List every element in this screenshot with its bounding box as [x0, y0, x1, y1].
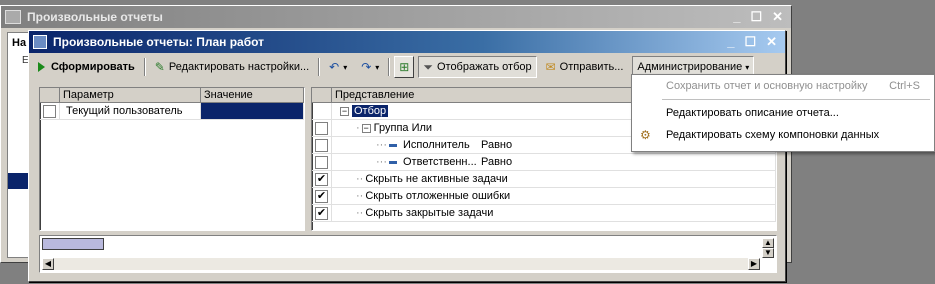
maximize-icon[interactable]: ☐ — [750, 9, 762, 25]
parameter-value[interactable] — [201, 103, 304, 119]
toolbar-separator — [388, 58, 391, 76]
item-checkbox[interactable] — [315, 155, 328, 169]
filter-checkbox[interactable]: ✔ — [315, 206, 328, 220]
tree-filter-row[interactable]: ✔ ·· Скрыть не активные задачи — [312, 171, 776, 188]
show-filter-button[interactable]: ⏷ Отображать отбор — [418, 56, 537, 78]
parameter-column-header[interactable]: Параметр — [60, 88, 201, 102]
scroll-right-icon[interactable]: ▶ — [748, 258, 760, 270]
chevron-down-icon: ▾ — [745, 62, 750, 72]
new-window-button[interactable]: ⊞ — [394, 56, 415, 78]
filter-checkbox[interactable]: ✔ — [315, 189, 328, 203]
redo-dropdown-button[interactable]: ↷ ▾ — [356, 56, 384, 78]
tree-filter-row[interactable]: ✔ ·· Скрыть закрытые задачи — [312, 205, 776, 222]
schema-icon: ⚙ — [640, 128, 651, 142]
menu-separator — [662, 99, 930, 100]
reports-list-selected-row[interactable] — [8, 173, 30, 189]
scroll-up-icon[interactable]: ▲ — [762, 238, 774, 248]
new-window-icon: ⊞ — [399, 60, 410, 74]
minimize-icon[interactable]: _ — [727, 34, 734, 50]
scroll-down-icon[interactable]: ▼ — [762, 248, 774, 258]
edit-settings-button[interactable]: ✎ Редактировать настройки... — [150, 56, 314, 78]
field-icon — [389, 160, 397, 164]
play-icon — [38, 62, 45, 72]
chevron-down-icon: ▾ — [375, 62, 380, 72]
tree-item-label: Ответственн... — [403, 156, 477, 168]
minimize-icon[interactable]: _ — [733, 9, 740, 25]
collapse-icon[interactable]: − — [340, 106, 349, 116]
tree-item-row[interactable]: ··· Ответственн... Равно — [312, 154, 776, 171]
tree-filter-label: Скрыть не активные задачи — [365, 173, 508, 185]
undo-icon: ↶ — [329, 60, 340, 74]
outer-title-bar[interactable]: Произвольные отчеты _ ☐ ✕ — [1, 6, 791, 28]
field-icon — [389, 143, 397, 147]
tree-item-operator: Равно — [481, 139, 513, 151]
send-button[interactable]: ✉ Отправить... — [541, 56, 629, 78]
outer-window-title: Произвольные отчеты — [27, 10, 163, 24]
result-cell[interactable] — [42, 238, 104, 250]
report-result-area[interactable]: ▲ ▼ ◀ ▶ — [39, 235, 777, 273]
tree-item-label: Исполнитель — [403, 139, 470, 151]
parameters-table[interactable]: Параметр Значение Текущий пользователь — [39, 87, 305, 231]
table-row[interactable]: Текущий пользователь — [40, 103, 304, 120]
toolbar-separator — [143, 58, 146, 76]
redo-icon: ↷ — [361, 60, 372, 74]
parameters-header: Параметр Значение — [40, 88, 304, 103]
item-checkbox[interactable] — [315, 138, 328, 152]
close-icon[interactable]: ✕ — [766, 34, 777, 50]
menu-item-edit-schema[interactable]: ⚙ Редактировать схему компоновки данных — [632, 124, 934, 146]
maximize-icon[interactable]: ☐ — [744, 34, 756, 50]
report-window: Произвольные отчеты: План работ _ ☐ ✕ Сф… — [28, 30, 786, 282]
pencil-icon: ✎ — [154, 60, 165, 74]
scroll-left-icon[interactable]: ◀ — [42, 258, 54, 270]
close-icon[interactable]: ✕ — [772, 9, 783, 25]
checkbox-column-header — [312, 88, 332, 102]
report-icon — [33, 35, 47, 49]
tree-item-operator: Равно — [481, 156, 513, 168]
envelope-icon: ✉ — [545, 60, 556, 74]
menu-item-save-report[interactable]: Сохранить отчет и основную настройку Ctr… — [632, 75, 934, 97]
tree-filter-label: Скрыть отложенные ошибки — [365, 190, 511, 202]
report-window-icon — [5, 10, 21, 24]
tree-root-label: Отбор — [352, 105, 389, 117]
report-window-title: Произвольные отчеты: План работ — [53, 35, 265, 49]
tree-group-label: Группа Или — [373, 122, 433, 134]
tree-filter-label: Скрыть закрытые задачи — [365, 207, 494, 219]
toolbar-separator — [318, 58, 321, 76]
parameter-name: Текущий пользователь — [60, 103, 201, 119]
generate-button[interactable]: Сформировать — [33, 56, 140, 78]
checkbox-column-header — [40, 88, 60, 102]
value-column-header[interactable]: Значение — [201, 88, 304, 102]
menu-shortcut: Ctrl+S — [889, 80, 920, 92]
collapse-icon[interactable]: − — [361, 123, 371, 133]
tree-filter-row[interactable]: ✔ ·· Скрыть отложенные ошибки — [312, 188, 776, 205]
filter-checkbox[interactable]: ✔ — [315, 172, 328, 186]
administration-menu: Сохранить отчет и основную настройку Ctr… — [631, 74, 935, 152]
filter-icon: ⏷ — [423, 60, 433, 74]
reports-list-header: На — [12, 37, 27, 49]
report-title-bar[interactable]: Произвольные отчеты: План работ _ ☐ ✕ — [29, 31, 785, 53]
horizontal-scrollbar[interactable]: ◀ ▶ — [42, 258, 760, 270]
vertical-scrollbar[interactable]: ▲ ▼ — [762, 238, 774, 258]
undo-dropdown-button[interactable]: ↶ ▾ — [324, 56, 352, 78]
reports-list[interactable]: На Е — [7, 32, 30, 258]
group-checkbox[interactable] — [315, 121, 328, 135]
chevron-down-icon: ▾ — [343, 62, 348, 72]
parameter-checkbox[interactable] — [43, 104, 56, 118]
menu-item-edit-description[interactable]: Редактировать описание отчета... — [632, 102, 934, 124]
